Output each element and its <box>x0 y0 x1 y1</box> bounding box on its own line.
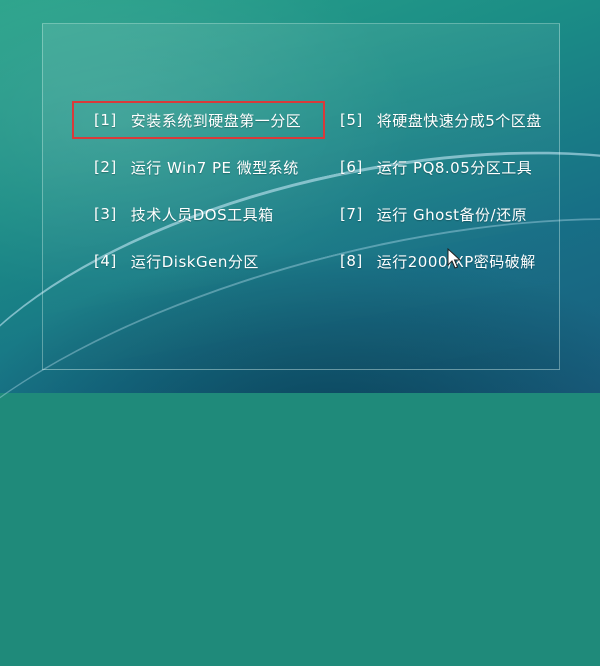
menu-item-number: [8] <box>340 252 363 270</box>
menu-item-7[interactable]: [7] 运行 Ghost备份/还原 <box>329 195 559 233</box>
menu-item-5[interactable]: [5] 将硬盘快速分成5个区盘 <box>329 101 559 139</box>
menu-item-label: 运行 Ghost备份/还原 <box>376 205 528 224</box>
menu-item-1[interactable]: [1] 安装系统到硬盘第一分区 <box>72 101 325 139</box>
menu-item-8[interactable]: [8] 运行2000/XP密码破解 <box>329 242 559 280</box>
menu-item-number: [2] <box>94 158 117 176</box>
mouse-pointer-icon <box>447 248 461 269</box>
menu-item-label: 运行 Win7 PE 微型系统 <box>130 158 299 177</box>
menu-item-2[interactable]: [2] 运行 Win7 PE 微型系统 <box>72 148 329 186</box>
menu-item-3[interactable]: [3] 技术人员DOS工具箱 <box>72 195 329 233</box>
menu-item-number: [5] <box>340 111 363 129</box>
menu-item-4[interactable]: [4] 运行DiskGen分区 <box>72 242 329 280</box>
menu-item-number: [4] <box>94 252 117 270</box>
boot-menu: [1] 安装系统到硬盘第一分区 [5] 将硬盘快速分成5个区盘 [2] 运行 W… <box>72 101 559 289</box>
menu-item-number: [1] <box>94 111 117 129</box>
menu-item-number: [6] <box>340 158 363 176</box>
menu-item-number: [7] <box>340 205 363 223</box>
menu-item-label: 技术人员DOS工具箱 <box>130 205 274 224</box>
menu-item-number: [3] <box>94 205 117 223</box>
menu-item-label: 安装系统到硬盘第一分区 <box>130 111 302 130</box>
menu-item-6[interactable]: [6] 运行 PQ8.05分区工具 <box>329 148 559 186</box>
menu-item-label: 将硬盘快速分成5个区盘 <box>376 111 542 130</box>
menu-item-label: 运行 PQ8.05分区工具 <box>376 158 533 177</box>
menu-item-label: 运行DiskGen分区 <box>130 252 259 271</box>
